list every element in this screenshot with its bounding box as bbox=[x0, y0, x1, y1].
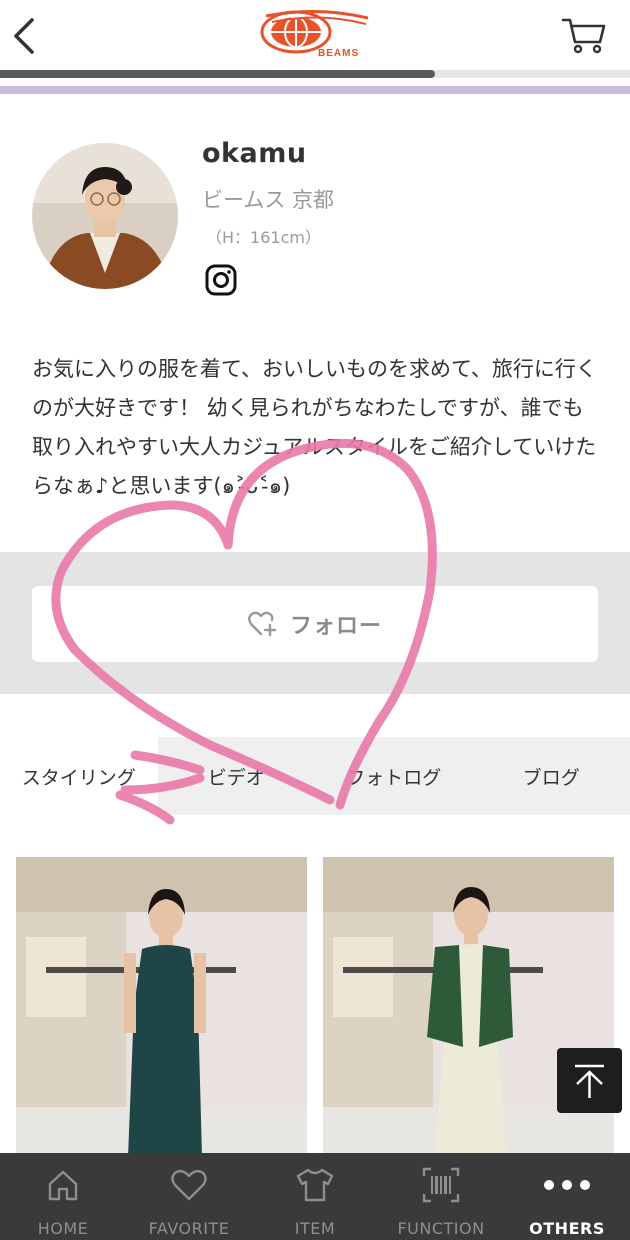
nav-label: ITEM bbox=[294, 1219, 336, 1238]
stylist-bio: お気に入りの服を着て、おいしいものを求めて、旅行に行くのが大好きです！ 幼く見ら… bbox=[32, 357, 597, 498]
tab-styling[interactable]: スタイリング bbox=[0, 737, 158, 815]
nav-item[interactable]: ITEM bbox=[252, 1153, 378, 1240]
cart-icon bbox=[561, 18, 606, 54]
instagram-icon bbox=[205, 264, 237, 296]
scroll-progress-fill bbox=[0, 70, 435, 78]
shop-name: ビームス 京都 bbox=[202, 188, 335, 212]
nav-label: OTHERS bbox=[529, 1219, 605, 1238]
nav-label: HOME bbox=[37, 1219, 89, 1238]
styling-photo[interactable] bbox=[16, 857, 307, 1157]
home-icon bbox=[48, 1170, 78, 1201]
back-button[interactable] bbox=[8, 14, 44, 58]
avatar bbox=[32, 143, 178, 289]
cart-button[interactable] bbox=[560, 14, 608, 56]
tab-blog[interactable]: ブログ bbox=[472, 737, 630, 815]
follow-button[interactable]: フォロー bbox=[32, 586, 598, 662]
nav-favorite[interactable]: FAVORITE bbox=[126, 1153, 252, 1240]
stylist-name: okamu bbox=[202, 138, 307, 169]
stylist-height: （H：161cm） bbox=[206, 228, 321, 247]
chevron-left-icon bbox=[14, 18, 34, 54]
tab-label: ブログ bbox=[522, 766, 580, 789]
nav-function[interactable]: FUNCTION bbox=[378, 1153, 504, 1240]
tab-video[interactable]: ビデオ bbox=[157, 737, 315, 815]
scroll-to-top-button[interactable] bbox=[557, 1048, 622, 1113]
barcode-icon bbox=[422, 1167, 460, 1203]
bottom-nav: HOME FAVORITE ITEM FUNCTION OTHERS bbox=[0, 1153, 630, 1240]
tshirt-icon bbox=[296, 1168, 334, 1202]
tab-photolog[interactable]: フォトログ bbox=[315, 737, 473, 815]
instagram-link[interactable] bbox=[205, 264, 237, 296]
accent-divider bbox=[0, 86, 630, 94]
content-tabs: スタイリング ビデオ フォトログ ブログ bbox=[0, 737, 630, 815]
nav-label: FUNCTION bbox=[397, 1219, 485, 1238]
nav-others[interactable]: OTHERS bbox=[504, 1153, 630, 1240]
tab-label: ビデオ bbox=[207, 766, 265, 789]
nav-home[interactable]: HOME bbox=[0, 1153, 126, 1240]
follow-label: フォロー bbox=[289, 614, 382, 639]
logo-text: BEAMS bbox=[318, 48, 359, 59]
tab-label: フォトログ bbox=[346, 766, 442, 789]
heart-icon bbox=[171, 1169, 207, 1201]
more-dots-icon bbox=[544, 1180, 590, 1190]
beams-logo[interactable]: BEAMS bbox=[258, 8, 372, 60]
tab-label: スタイリング bbox=[21, 766, 136, 789]
heart-plus-icon bbox=[248, 611, 277, 637]
arrow-up-icon bbox=[575, 1064, 604, 1098]
nav-label: FAVORITE bbox=[148, 1219, 230, 1238]
